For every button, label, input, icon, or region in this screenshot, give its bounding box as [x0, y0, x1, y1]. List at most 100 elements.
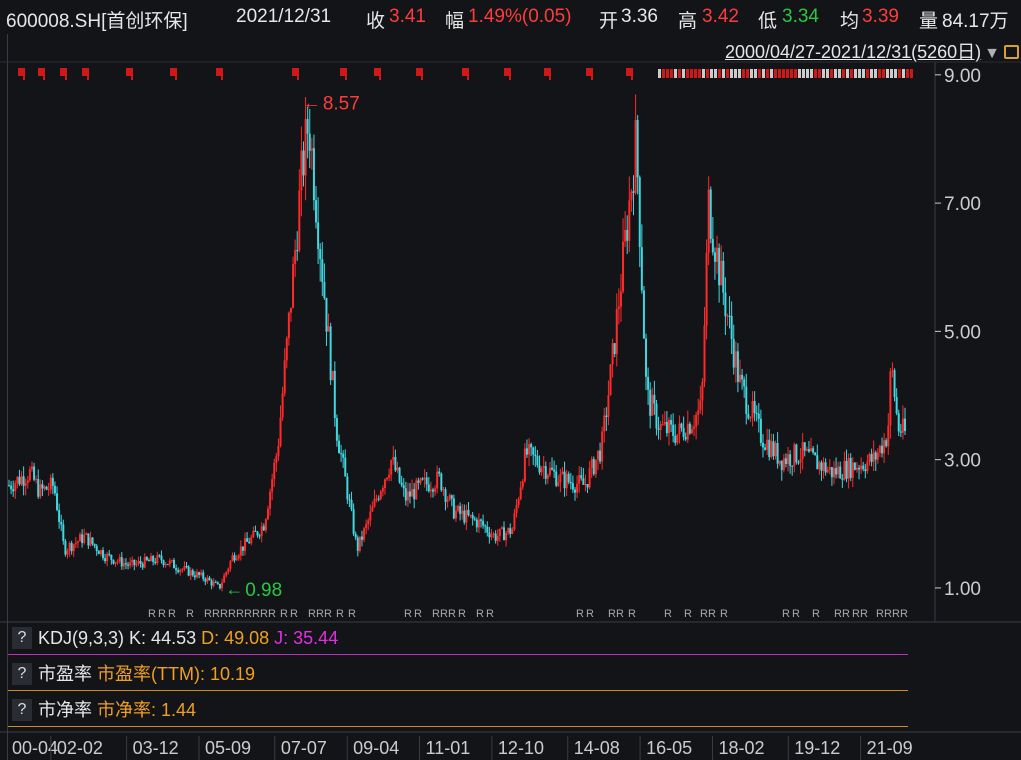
candle-body — [645, 338, 648, 377]
x-tick-label: 02-02 — [57, 738, 103, 758]
candle-body — [319, 249, 322, 260]
candle-body — [181, 569, 184, 571]
candle-body — [373, 498, 376, 507]
candle-body — [626, 230, 629, 241]
candle-body — [797, 462, 800, 464]
candle-body — [292, 264, 295, 308]
candle-body — [498, 528, 501, 536]
candle-body — [454, 510, 457, 519]
candle-body — [452, 498, 455, 519]
candle-body — [289, 307, 292, 313]
candle-body — [409, 491, 412, 497]
candle-body — [258, 535, 261, 537]
rights-marker-label: R — [664, 608, 672, 620]
candle-body — [187, 566, 190, 576]
event-flag-dense — [862, 69, 865, 78]
candle-body — [233, 555, 236, 561]
candle-body — [772, 441, 775, 457]
event-flag-pole — [631, 68, 633, 80]
candle-body — [701, 381, 704, 401]
help-icon[interactable]: ? — [12, 627, 32, 649]
candle-body — [502, 527, 505, 541]
candle-body — [741, 374, 744, 380]
candle-body — [904, 418, 906, 432]
candle-body — [358, 536, 361, 551]
candle-body — [300, 150, 303, 191]
candle-body — [649, 389, 652, 416]
event-flag-pole — [421, 68, 423, 80]
candle-body — [348, 499, 351, 501]
candle-body — [607, 395, 610, 417]
candle-body — [632, 191, 635, 193]
help-icon[interactable]: ? — [12, 699, 32, 721]
candle-body — [617, 306, 620, 309]
event-flag-pole — [345, 68, 347, 80]
candle-body — [202, 572, 205, 579]
candle-body — [642, 290, 645, 339]
candle-body — [724, 292, 727, 317]
indicator-name[interactable]: 市净率 — [38, 700, 92, 720]
candle-body — [603, 415, 606, 432]
candle-body — [480, 519, 483, 521]
candle-body — [538, 465, 541, 473]
candle-body — [218, 583, 221, 589]
candle-body — [490, 534, 493, 538]
candle-body — [250, 537, 253, 544]
candle-body — [496, 535, 499, 541]
candle-body — [436, 471, 439, 489]
high-arrow-icon: ← — [303, 92, 321, 112]
candle-body — [686, 423, 689, 440]
candle-body — [622, 241, 625, 292]
indicator-name[interactable]: KDJ(9,3,3) — [38, 628, 124, 648]
candle-body — [849, 458, 852, 478]
rights-marker-label: R — [432, 608, 440, 620]
event-flag-dense — [842, 69, 845, 78]
event-flag-dense — [870, 69, 873, 78]
candle-body — [356, 537, 359, 551]
rights-markers: RRRRRRRRRRRRRRRRRRRRRRRRRRRRRRRRRRRRRRRR… — [148, 608, 908, 620]
candle-body — [611, 343, 614, 365]
candle-body — [254, 530, 257, 532]
event-flag-dense — [882, 69, 885, 78]
candle-body — [513, 513, 516, 530]
candle-body — [152, 556, 155, 562]
candle-body — [509, 527, 512, 534]
candle-body — [839, 466, 842, 479]
event-flag-dense — [866, 69, 869, 78]
candle-body — [544, 466, 547, 479]
candle-body — [264, 519, 267, 531]
event-flag-dense — [790, 69, 793, 78]
candle-body — [891, 370, 894, 372]
candle-body — [574, 489, 577, 493]
event-flag-pole — [467, 68, 469, 80]
candle-body — [279, 417, 282, 447]
candle-body — [674, 435, 677, 443]
candle-body — [93, 543, 96, 546]
candle-body — [615, 308, 618, 355]
candle-body — [690, 429, 693, 434]
candle-body — [43, 486, 46, 489]
candle-body — [216, 582, 219, 584]
candle-body — [876, 452, 879, 460]
event-flag-dense — [834, 69, 837, 78]
candle-body — [870, 454, 873, 462]
event-flag-dense — [878, 69, 881, 78]
candle-body — [467, 509, 470, 516]
candle-body — [749, 417, 752, 419]
indicator-name[interactable]: 市盈率 — [38, 664, 92, 684]
x-tick-label: 11-01 — [426, 738, 471, 758]
candle-body — [133, 559, 136, 566]
candle-body — [523, 448, 526, 482]
candle-body — [475, 519, 478, 528]
candle-body — [379, 491, 382, 500]
event-flag-dense — [902, 69, 905, 78]
candle-body — [283, 360, 286, 394]
rights-marker-label: R — [290, 608, 298, 620]
candle-body — [532, 447, 535, 455]
help-icon[interactable]: ? — [12, 663, 32, 685]
candle-body — [315, 200, 318, 223]
candle-body — [304, 119, 307, 176]
candle-body — [287, 312, 290, 339]
candle-body — [104, 558, 107, 562]
event-flag-dense — [734, 69, 737, 78]
